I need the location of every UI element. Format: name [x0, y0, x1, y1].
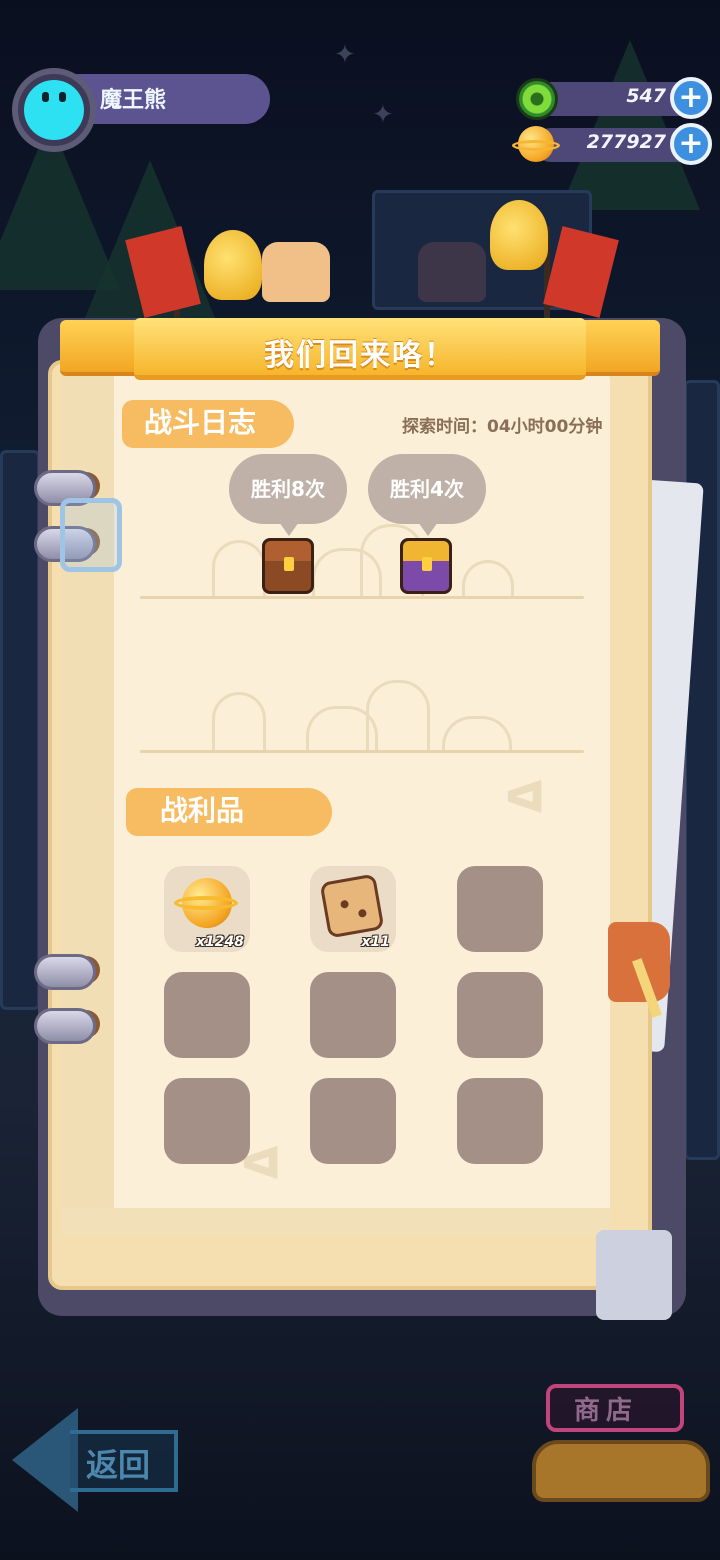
trumpet-icon	[490, 200, 548, 270]
purple-chest-icon	[400, 538, 452, 594]
shop-truck-icon	[532, 1440, 710, 1502]
shop-button[interactable]: 商店	[520, 1370, 720, 1530]
empty-loot-slot	[164, 972, 250, 1058]
cat-musician-icon	[262, 242, 330, 302]
coin-counter: 277927 +	[512, 123, 712, 165]
empty-loot-slot	[457, 866, 543, 952]
explore-time: 探索时间：04小时00分钟	[402, 417, 603, 437]
add-gems-button[interactable]: +	[670, 77, 712, 119]
star-icon: ✦	[372, 100, 394, 130]
coin-amount: 277927	[586, 131, 666, 153]
bookmark-tag	[608, 922, 670, 1002]
cat-musician-icon	[418, 242, 486, 302]
add-coins-button[interactable]: +	[670, 123, 712, 165]
empty-loot-slot	[457, 972, 543, 1058]
victory-bubble: 胜利8次	[229, 454, 347, 536]
coin-icon	[174, 878, 238, 934]
empty-loot-slot	[310, 972, 396, 1058]
bush-doodle	[366, 680, 430, 750]
victory-bubble: 胜利4次	[368, 454, 486, 536]
player-profile[interactable]: 魔王熊	[12, 68, 270, 152]
player-name: 魔王熊	[100, 88, 167, 113]
gem-counter: 547 +	[516, 77, 712, 120]
trumpet-icon	[204, 230, 262, 300]
background-building	[0, 450, 40, 1010]
wooden-chest-icon	[262, 538, 314, 594]
loot-slot[interactable]: x11	[310, 866, 396, 952]
ground-line	[140, 750, 584, 753]
avatar[interactable]	[12, 68, 96, 152]
gem-icon	[516, 78, 558, 120]
background-tree	[560, 40, 700, 210]
binder-ring	[34, 954, 96, 990]
shop-label: 商店	[574, 1396, 639, 1426]
empty-loot-slot	[457, 1078, 543, 1164]
loot-count: x1248	[196, 934, 244, 950]
fish-bone-doodle: ᐊ	[504, 770, 546, 824]
corner-plate	[596, 1230, 672, 1320]
bush-doodle	[212, 692, 266, 750]
gem-amount: 547	[626, 85, 666, 107]
empty-loot-slot	[164, 1078, 250, 1164]
back-label: 返回	[86, 1446, 151, 1484]
binder-ring	[34, 1008, 96, 1044]
battle-log-heading: 战斗日志	[122, 400, 294, 448]
back-arrow-icon	[12, 1408, 78, 1512]
ground-line	[140, 596, 584, 599]
banner-title: 我们回来咯！	[264, 338, 456, 373]
loot-slot[interactable]: x1248	[164, 866, 250, 952]
cat-avatar-icon	[24, 80, 84, 140]
back-button[interactable]: 返回	[8, 1400, 184, 1520]
loot-count: x11	[361, 934, 390, 950]
paper-clip-icon	[60, 498, 122, 572]
coin-icon	[512, 126, 560, 166]
star-icon: ✦	[334, 40, 356, 70]
empty-loot-slot	[310, 1078, 396, 1164]
bush-doodle	[212, 540, 266, 596]
cat-map-icon	[319, 873, 385, 939]
page-bottom-edge	[62, 1208, 610, 1236]
loot-heading: 战利品	[126, 788, 332, 836]
